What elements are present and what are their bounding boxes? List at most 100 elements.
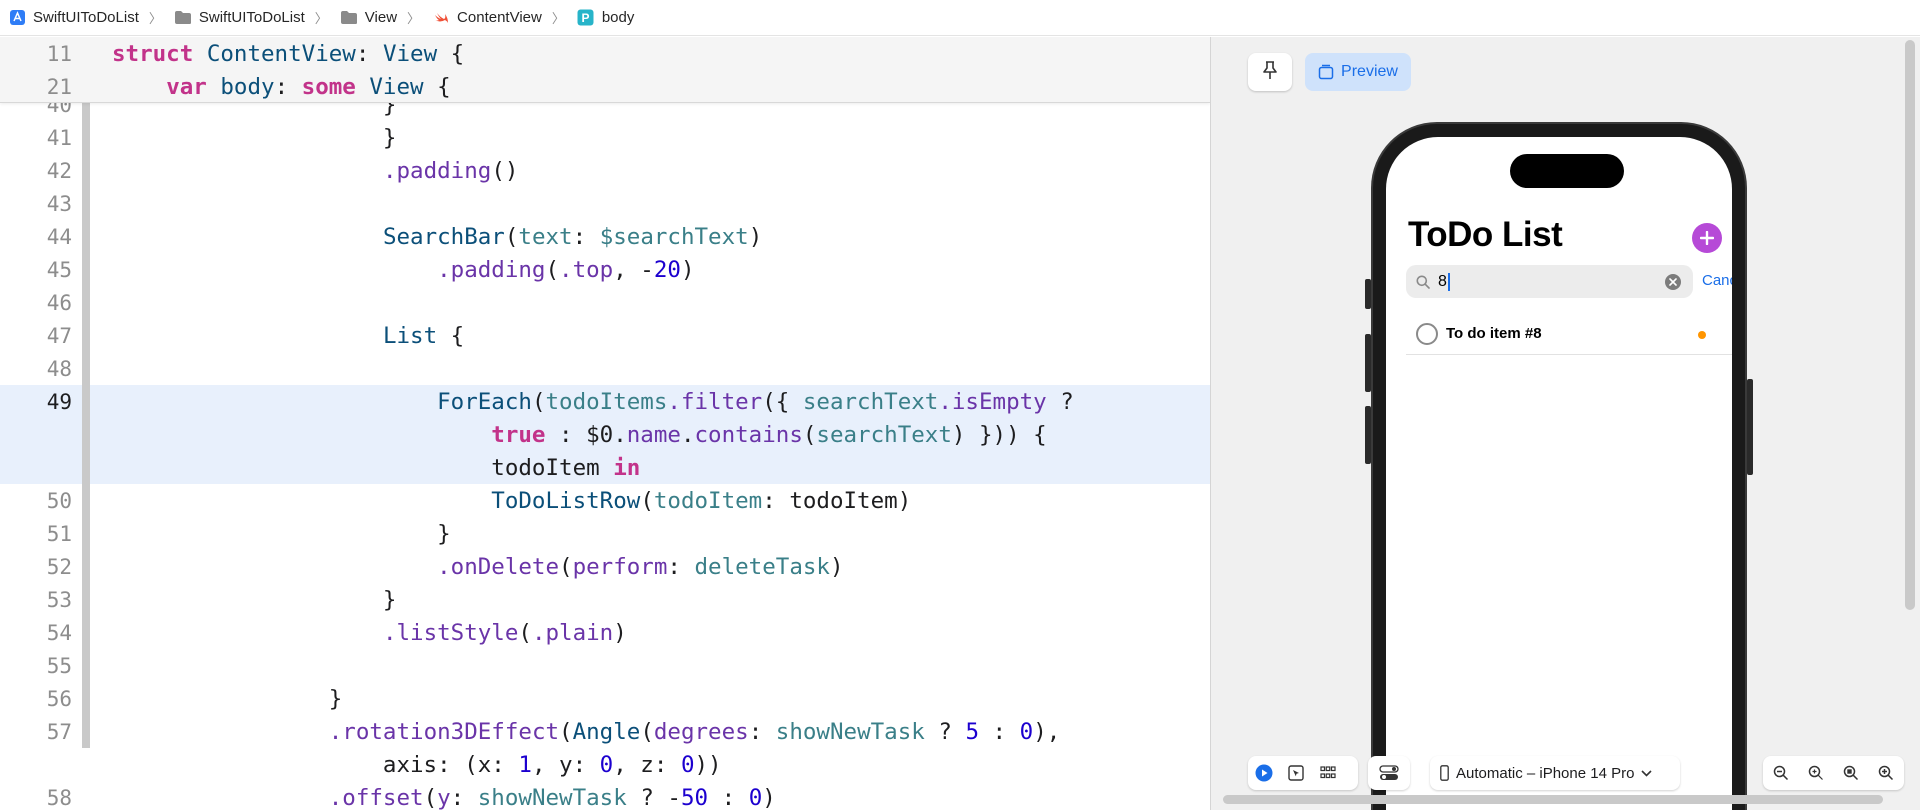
- device-label: Automatic – iPhone 14 Pro: [1456, 764, 1635, 782]
- line-number: 53: [46, 587, 72, 612]
- live-mode-button[interactable]: [1248, 756, 1280, 790]
- code-line[interactable]: 57 .rotation3DEffect(Angle(degrees: show…: [0, 715, 1210, 748]
- preview-label: Preview: [1341, 63, 1398, 80]
- code-line[interactable]: 44 SearchBar(text: $searchText): [0, 220, 1210, 253]
- code-line[interactable]: axis: (x: 1, y: 0, z: 0)): [0, 748, 1210, 781]
- line-number: 52: [46, 554, 72, 579]
- code-text: ForEach(todoItems.filter({ searchText.is…: [437, 388, 1074, 415]
- code-line-current[interactable]: true : $0.name.contains(searchText) })) …: [0, 418, 1210, 451]
- search-icon: [1416, 275, 1430, 289]
- device-screen[interactable]: ToDo List 8 Cancel To do item #8: [1386, 137, 1732, 810]
- volume-up-button: [1365, 334, 1371, 392]
- chevron-right-icon: 〉: [551, 11, 565, 26]
- canvas-vertical-scrollbar[interactable]: [1905, 40, 1915, 610]
- search-input[interactable]: 8: [1438, 272, 1450, 291]
- code-text: }: [112, 124, 397, 151]
- code-line-current[interactable]: 49 ForEach(todoItems.filter({ searchText…: [0, 385, 1210, 418]
- selectable-mode-button[interactable]: [1280, 756, 1312, 790]
- toggles-icon: [1379, 765, 1399, 780]
- add-task-button[interactable]: [1692, 223, 1722, 253]
- todo-row[interactable]: To do item #8: [1406, 313, 1732, 355]
- svg-text:P: P: [582, 11, 590, 25]
- code-line[interactable]: 42 .padding(): [0, 154, 1210, 187]
- code-line[interactable]: 43: [0, 187, 1210, 220]
- action-button: [1365, 279, 1371, 309]
- line-number: 56: [46, 686, 72, 711]
- line-number: 11: [46, 41, 72, 66]
- iphone-device-frame: ToDo List 8 Cancel To do item #8: [1365, 124, 1753, 810]
- zoom-fit-button[interactable]: [1800, 756, 1832, 790]
- code-line[interactable]: 47 List {: [0, 319, 1210, 352]
- code-line[interactable]: 58 .offset(y: showNewTask ? -50 : 0): [0, 781, 1210, 810]
- clear-search-button[interactable]: [1665, 274, 1681, 290]
- line-number: 48: [46, 356, 72, 381]
- grid-icon: [1320, 766, 1336, 779]
- zoom-in-icon: [1879, 765, 1894, 781]
- code-line[interactable]: 54 .listStyle(.plain): [0, 616, 1210, 649]
- code-line[interactable]: 56 }: [0, 682, 1210, 715]
- priority-dot: [1698, 331, 1706, 339]
- zoom-actual-button[interactable]: [1835, 756, 1867, 790]
- zoom-controls: [1763, 756, 1904, 790]
- code-line[interactable]: 45 .padding(.top, -20): [0, 253, 1210, 286]
- chevron-right-icon: 〉: [314, 11, 328, 26]
- power-button: [1747, 379, 1753, 475]
- code-line[interactable]: 50 ToDoListRow(todoItem: todoItem): [0, 484, 1210, 517]
- device-picker[interactable]: Automatic – iPhone 14 Pro: [1430, 756, 1680, 790]
- cancel-search-button[interactable]: Cancel: [1702, 272, 1732, 289]
- chevron-right-icon: 〉: [407, 11, 421, 26]
- device-settings-button[interactable]: [1368, 756, 1410, 790]
- code-line[interactable]: 55: [0, 649, 1210, 682]
- code-text: }: [112, 685, 343, 712]
- zoom-out-icon: [1773, 765, 1788, 781]
- code-text: .padding(.top, -20): [437, 256, 695, 283]
- line-number: 45: [46, 257, 72, 282]
- canvas-horizontal-scrollbar[interactable]: [1223, 795, 1883, 804]
- dynamic-island: [1510, 154, 1624, 188]
- code-line[interactable]: 48: [0, 352, 1210, 385]
- code-line[interactable]: 41 }: [0, 121, 1210, 154]
- crumb-label: View: [364, 9, 398, 26]
- sticky-scope-header[interactable]: 11 struct ContentView: View { 21 var bod…: [0, 37, 1210, 103]
- code-line[interactable]: 21 var body: some View {: [0, 70, 1210, 103]
- code-text: SearchBar(text: $searchText): [382, 223, 763, 250]
- code-area[interactable]: 40 } 41 } 42 .padding() 43 44 SearchBar(…: [0, 88, 1210, 810]
- close-icon: [1669, 278, 1677, 286]
- line-number: 21: [46, 74, 72, 99]
- code-line[interactable]: 52 .onDelete(perform: deleteTask): [0, 550, 1210, 583]
- line-number: 47: [46, 323, 72, 348]
- preview-canvas[interactable]: Preview ToDo List 8 Cancel To do item #8: [1211, 37, 1920, 810]
- swift-file-icon: [432, 9, 450, 27]
- code-text: ToDoListRow(todoItem: todoItem): [491, 487, 912, 514]
- zoom-to-fit-icon: [1808, 765, 1823, 780]
- code-line-current[interactable]: todoItem in: [0, 451, 1210, 484]
- code-line[interactable]: 46: [0, 286, 1210, 319]
- crumb-project[interactable]: SwiftUIToDoList: [8, 9, 139, 27]
- breadcrumb: SwiftUIToDoList 〉 SwiftUIToDoList 〉 View…: [0, 0, 1920, 36]
- chevron-down-icon: [1641, 769, 1653, 777]
- code-text: axis: (x: 1, y: 0, z: 0)): [112, 751, 722, 778]
- code-line[interactable]: 51 }: [0, 517, 1210, 550]
- pin-preview-button[interactable]: [1248, 53, 1292, 91]
- volume-down-button: [1365, 406, 1371, 464]
- completion-toggle[interactable]: [1416, 322, 1438, 345]
- search-field[interactable]: 8: [1406, 265, 1693, 298]
- line-number: 46: [46, 290, 72, 315]
- code-line[interactable]: 11 struct ContentView: View {: [0, 37, 1210, 70]
- iphone-icon: [1440, 765, 1449, 781]
- zoom-in-button[interactable]: [1870, 756, 1902, 790]
- code-text: .offset(y: showNewTask ? -50 : 0): [328, 784, 776, 810]
- crumb-symbol[interactable]: P body: [577, 9, 634, 27]
- zoom-out-button[interactable]: [1765, 756, 1797, 790]
- line-number: 54: [46, 620, 72, 645]
- crumb-view-folder[interactable]: View: [340, 9, 397, 27]
- property-icon: P: [577, 9, 595, 27]
- line-number: 57: [46, 719, 72, 744]
- line-number: 50: [46, 488, 72, 513]
- crumb-group[interactable]: SwiftUIToDoList: [174, 9, 305, 27]
- code-editor[interactable]: 11 struct ContentView: View { 21 var bod…: [0, 37, 1210, 810]
- code-line[interactable]: 53 }: [0, 583, 1210, 616]
- crumb-file[interactable]: ContentView: [432, 9, 542, 27]
- variants-button[interactable]: [1312, 756, 1344, 790]
- preview-mode-button[interactable]: Preview: [1305, 53, 1411, 91]
